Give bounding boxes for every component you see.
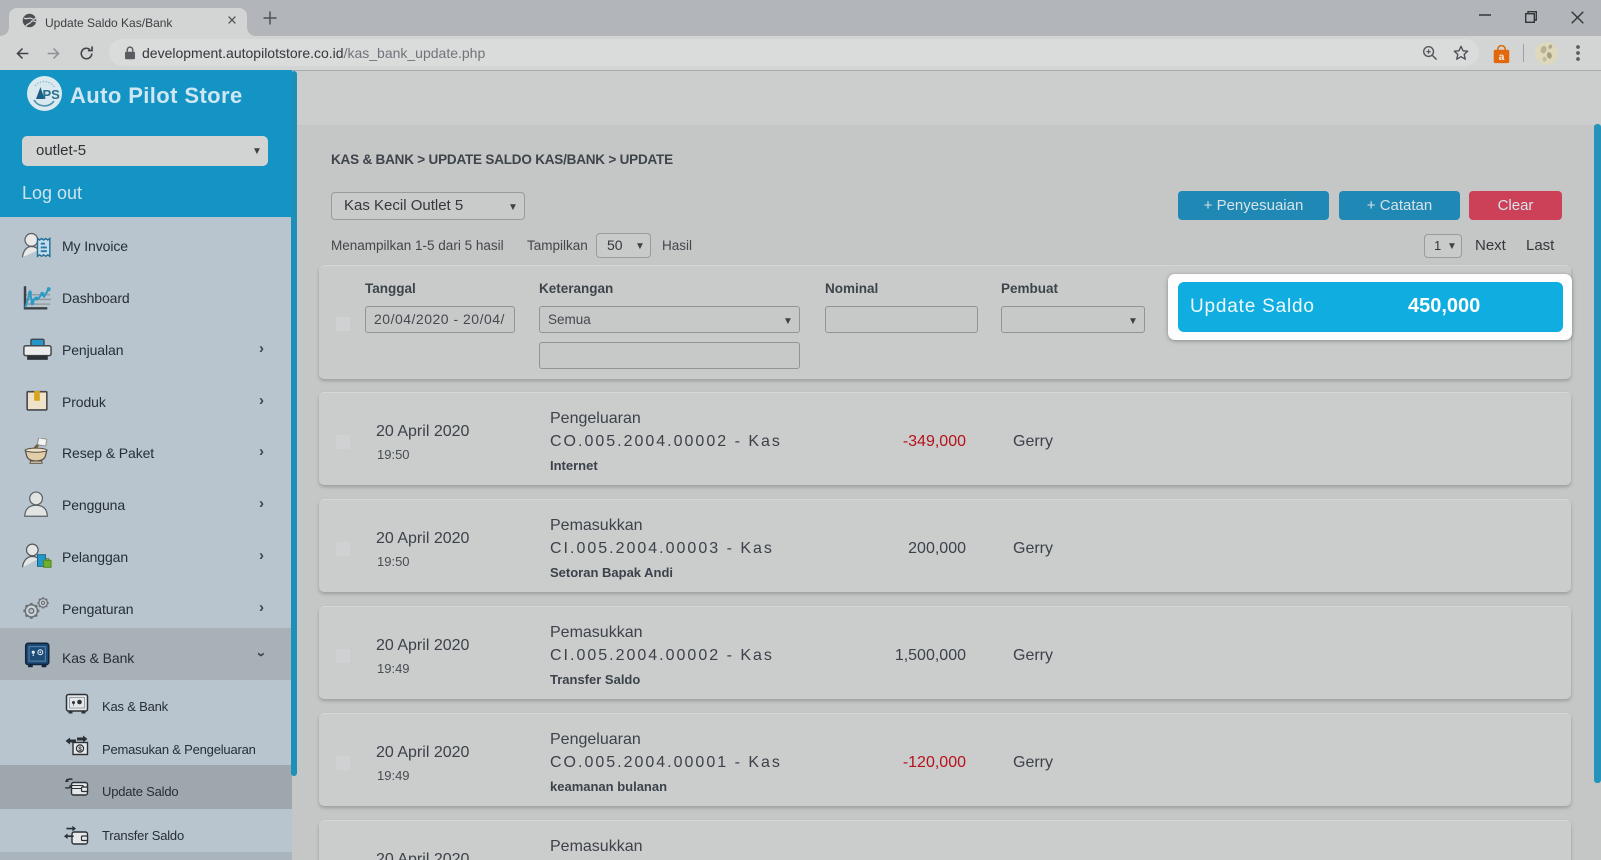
svg-text:a: a	[1499, 52, 1505, 63]
svg-text:$: $	[78, 746, 82, 753]
svg-text:PS: PS	[43, 87, 61, 102]
